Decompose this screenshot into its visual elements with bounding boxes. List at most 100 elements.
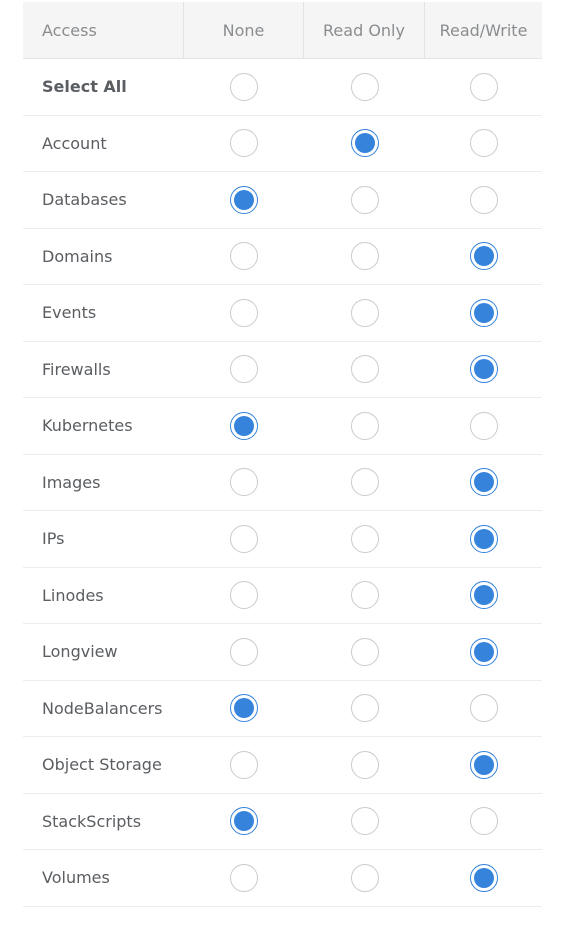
radio-none[interactable] — [230, 694, 258, 723]
radio-none[interactable] — [230, 242, 258, 271]
radio-read-write[interactable] — [469, 411, 498, 440]
radio-read-write[interactable] — [469, 863, 498, 892]
radio-cell-read-only — [304, 116, 425, 172]
header-read-write: Read/Write — [439, 20, 528, 40]
radio-read-only[interactable] — [350, 863, 379, 892]
radio-cell-none — [184, 624, 304, 680]
radio-read-only[interactable] — [350, 129, 379, 158]
radio-cell-read-only — [304, 342, 425, 398]
radio-selected-dot — [234, 415, 254, 436]
radio-read-only[interactable] — [350, 807, 379, 836]
radio-none[interactable] — [230, 524, 258, 553]
row-label: NodeBalancers — [42, 698, 163, 718]
radio-cell-read-write — [425, 116, 542, 172]
radio-selected-dot — [473, 472, 494, 493]
table-row: Object Storage — [23, 737, 542, 794]
radio-read-only[interactable] — [350, 524, 379, 553]
row-label: Events — [42, 303, 97, 323]
table-row: Longview — [23, 624, 542, 681]
radio-read-write[interactable] — [469, 129, 498, 158]
radio-read-only[interactable] — [350, 750, 379, 779]
radio-cell-read-write — [425, 511, 542, 567]
radio-read-write[interactable] — [469, 72, 498, 101]
radio-cell-none — [184, 285, 304, 341]
radio-read-write[interactable] — [469, 807, 498, 836]
table-row: StackScripts — [23, 794, 542, 850]
row-label: Linodes — [42, 585, 104, 605]
radio-cell-read-write — [425, 681, 542, 737]
radio-none[interactable] — [230, 750, 258, 779]
radio-none[interactable] — [230, 298, 258, 327]
radio-read-only[interactable] — [350, 411, 379, 440]
row-label: Account — [42, 133, 107, 153]
row-label: Firewalls — [42, 359, 111, 379]
radio-read-only[interactable] — [350, 694, 379, 723]
radio-none[interactable] — [230, 863, 258, 892]
table-row: Images — [23, 455, 542, 511]
table-row: Domains — [23, 229, 542, 285]
radio-cell-read-only — [304, 285, 425, 341]
radio-cell-read-write — [425, 229, 542, 285]
radio-none[interactable] — [230, 581, 258, 610]
radio-none[interactable] — [230, 468, 258, 497]
radio-selected-dot — [473, 867, 494, 888]
radio-cell-none — [184, 850, 304, 906]
radio-none[interactable] — [230, 355, 258, 384]
radio-cell-none — [184, 737, 304, 793]
row-label: StackScripts — [42, 811, 142, 831]
radio-cell-none — [184, 794, 304, 850]
table-row: Linodes — [23, 568, 542, 624]
radio-none[interactable] — [230, 185, 258, 214]
radio-read-write[interactable] — [469, 185, 498, 214]
row-label: IPs — [42, 529, 65, 549]
radio-selected-dot — [473, 641, 494, 662]
radio-cell-read-only — [304, 511, 425, 567]
header-none: None — [184, 2, 304, 58]
radio-none[interactable] — [230, 411, 258, 440]
radio-cell-read-only — [304, 624, 425, 680]
radio-read-write[interactable] — [469, 694, 498, 723]
radio-read-write[interactable] — [469, 355, 498, 384]
radio-none[interactable] — [230, 637, 258, 666]
radio-read-only[interactable] — [350, 242, 379, 271]
table-row: Databases — [23, 172, 542, 229]
radio-read-write[interactable] — [469, 468, 498, 497]
radio-read-only[interactable] — [350, 581, 379, 610]
radio-cell-read-write — [425, 568, 542, 624]
row-label: Domains — [42, 246, 113, 266]
radio-none[interactable] — [230, 72, 258, 101]
radio-read-only[interactable] — [350, 298, 379, 327]
radio-read-write[interactable] — [469, 242, 498, 271]
radio-read-only[interactable] — [350, 72, 379, 101]
radio-read-write[interactable] — [469, 637, 498, 666]
radio-selected-dot — [354, 133, 375, 154]
radio-read-only[interactable] — [350, 468, 379, 497]
permissions-table: Access None Read Only Read/Write Select … — [23, 2, 542, 907]
radio-cell-none — [184, 342, 304, 398]
row-label: Select All — [42, 77, 127, 97]
radio-read-only[interactable] — [350, 185, 379, 214]
radio-read-write[interactable] — [469, 298, 498, 327]
row-label: Images — [42, 472, 101, 492]
radio-cell-read-only — [304, 172, 425, 228]
radio-selected-dot — [234, 811, 254, 832]
row-label: Volumes — [42, 868, 110, 888]
radio-read-write[interactable] — [469, 581, 498, 610]
radio-selected-dot — [234, 698, 254, 719]
radio-cell-none — [184, 568, 304, 624]
radio-read-write[interactable] — [469, 750, 498, 779]
radio-cell-read-only — [304, 794, 425, 850]
radio-cell-none — [184, 681, 304, 737]
radio-none[interactable] — [230, 129, 258, 158]
radio-selected-dot — [234, 189, 254, 210]
radio-cell-none — [184, 455, 304, 511]
table-row: Volumes — [23, 850, 542, 907]
row-label: Databases — [42, 190, 127, 210]
radio-cell-read-only — [304, 737, 425, 793]
table-row: Kubernetes — [23, 398, 542, 455]
radio-selected-dot — [473, 246, 494, 267]
radio-read-only[interactable] — [350, 637, 379, 666]
radio-none[interactable] — [230, 807, 258, 836]
radio-read-only[interactable] — [350, 355, 379, 384]
radio-read-write[interactable] — [469, 524, 498, 553]
